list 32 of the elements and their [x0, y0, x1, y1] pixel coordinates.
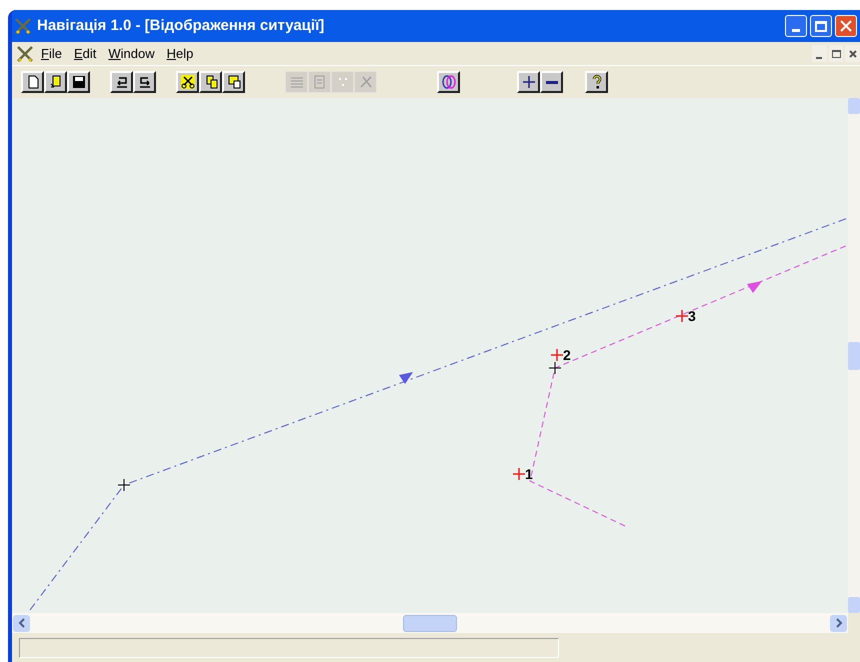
- close-button[interactable]: [845, 45, 860, 62]
- scissors-icon: [180, 74, 196, 90]
- waypoint-label: 3: [688, 308, 696, 324]
- menu-item[interactable]: Window: [103, 44, 160, 64]
- document-icon: [312, 74, 328, 90]
- crossed-swords-icon: [14, 17, 32, 35]
- tool-icon: [358, 74, 374, 90]
- folder-icon: [48, 74, 64, 90]
- restore-button[interactable]: [828, 45, 844, 62]
- menu-item[interactable]: Edit: [68, 44, 102, 64]
- minimize-button[interactable]: [812, 45, 827, 62]
- minimize-button[interactable]: [785, 15, 807, 37]
- waypoint-label: 1: [525, 466, 533, 482]
- waypoint-label: 2: [563, 347, 571, 363]
- close-icon: [848, 50, 857, 58]
- crosshair-icon: [118, 478, 130, 492]
- overlapping-rings-icon: [440, 74, 456, 90]
- close-button[interactable]: [835, 15, 857, 37]
- waypoint-cross-icon: [550, 348, 564, 362]
- plus-icon: [520, 74, 536, 90]
- minus-icon: [546, 80, 558, 84]
- waypoint-cross-icon: [512, 467, 526, 481]
- crossed-swords-icon: [16, 44, 34, 62]
- menu-item[interactable]: Help: [162, 44, 198, 64]
- paste-icon: [226, 74, 242, 90]
- crosshair-icon: [548, 362, 562, 374]
- window-title: Навігація 1.0 - [Відображення ситуації]: [37, 16, 324, 36]
- maximize-button[interactable]: [810, 15, 832, 37]
- waypoint-cross-icon: [675, 309, 689, 323]
- scroll-thumb[interactable]: [403, 614, 457, 632]
- menu-item[interactable]: File: [36, 44, 67, 64]
- close-icon: [840, 20, 852, 32]
